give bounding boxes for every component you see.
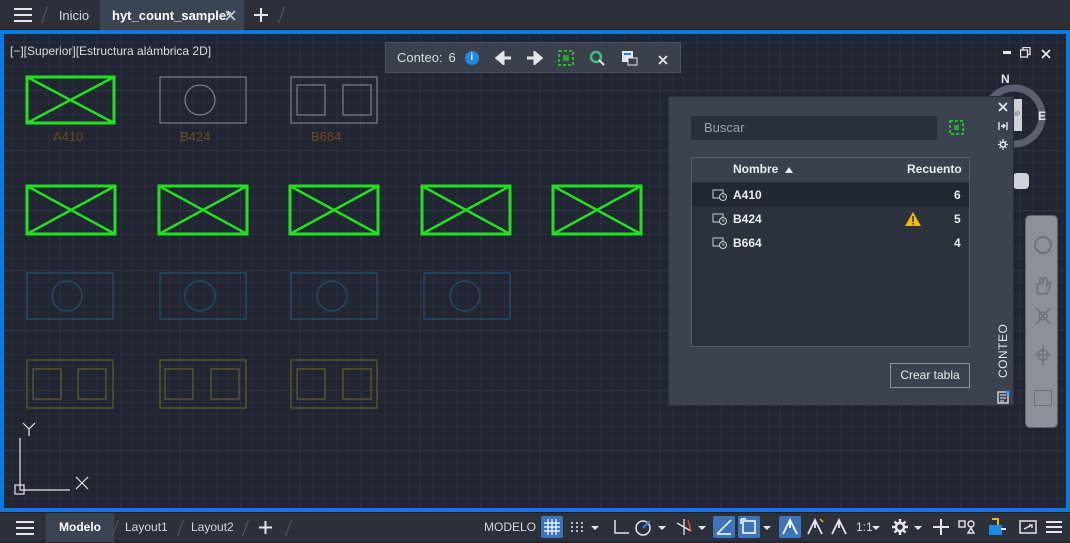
grid-display-icon[interactable] <box>541 516 563 538</box>
compass-north-label: N <box>1001 72 1010 86</box>
steering-wheel-icon[interactable] <box>1034 236 1052 254</box>
palette-autohide-icon[interactable] <box>998 118 1008 130</box>
polar-dropdown-chevron-icon[interactable] <box>655 516 669 538</box>
orbit-icon[interactable] <box>1034 344 1052 366</box>
tab-inicio-label: Inicio <box>58 7 90 23</box>
new-tab-plus-icon[interactable] <box>253 7 269 23</box>
menu-icon[interactable] <box>14 8 32 22</box>
block-label-b664: B664 <box>311 129 342 144</box>
count-toolbar: Conteo: 6 i <box>385 42 681 73</box>
info-icon[interactable]: i <box>464 50 479 65</box>
zoom-to-selection-icon[interactable] <box>558 49 574 66</box>
sort-ascending-icon <box>784 166 793 173</box>
count-row-count: 5 <box>954 212 961 226</box>
layout-tab-layout2[interactable]: Layout2 <box>191 513 234 542</box>
tab-separator <box>278 7 285 23</box>
units-icon[interactable] <box>956 516 978 538</box>
annotation-scale-icon[interactable] <box>828 516 850 538</box>
count-row-count: 4 <box>954 236 961 250</box>
polar-tracking-icon[interactable] <box>632 516 654 538</box>
create-table-button[interactable]: Crear tabla <box>890 363 970 388</box>
model-space-toggle[interactable]: MODELO <box>484 513 536 542</box>
tab-separator <box>41 7 48 23</box>
showmotion-icon[interactable] <box>1034 390 1052 406</box>
block-label-a410: A410 <box>53 129 84 144</box>
document-tab-bar: Inicio hyt_count_sample* <box>0 0 1070 30</box>
block-b664-reference[interactable] <box>290 76 378 124</box>
count-list-header: Nombre Recuento <box>692 158 969 182</box>
palette-properties-icon[interactable] <box>997 390 1011 404</box>
customization-menu-icon[interactable] <box>1043 516 1065 538</box>
count-search-input[interactable]: Buscar <box>691 116 937 140</box>
snap-mode-icon[interactable] <box>566 516 588 538</box>
select-area-icon[interactable] <box>949 120 965 136</box>
count-row-a410[interactable]: A410 6 <box>692 183 969 207</box>
count-row-b664[interactable]: B664 4 <box>692 231 969 255</box>
workspace-dropdown-chevron-icon[interactable] <box>911 516 925 538</box>
quick-properties-icon[interactable] <box>986 516 1008 538</box>
palette-settings-icon[interactable] <box>998 137 1008 150</box>
block-label-b424: B424 <box>180 129 211 144</box>
tab-separator <box>285 520 292 536</box>
layout-menu-icon[interactable] <box>16 521 34 535</box>
b664-instances[interactable] <box>26 359 378 409</box>
layout-tab-model-label: Modelo <box>59 520 101 534</box>
block-row-icon <box>712 237 728 249</box>
annotation-visibility-icon[interactable] <box>779 516 801 538</box>
object-snap-icon[interactable] <box>738 516 760 538</box>
tab-drawing-label: hyt_count_sample* <box>112 7 232 23</box>
pan-hand-icon[interactable] <box>1034 276 1052 296</box>
palette-close-icon[interactable] <box>998 99 1008 112</box>
block-row-icon <box>712 189 728 201</box>
object-snap-tracking-icon[interactable] <box>713 516 735 538</box>
layout-tab-layout1[interactable]: Layout1 <box>125 513 168 542</box>
tab-separator <box>177 520 184 536</box>
count-row-name: A410 <box>733 188 762 202</box>
osnap-dropdown-chevron-icon[interactable] <box>760 516 774 538</box>
column-header-count[interactable]: Recuento <box>907 162 962 176</box>
status-bar: Modelo Layout1 Layout2 MODELO 1:1 <box>0 512 1070 542</box>
block-row-icon <box>712 213 728 225</box>
next-arrow-icon[interactable] <box>526 49 544 66</box>
auto-scale-icon[interactable] <box>804 516 826 538</box>
new-layout-plus-icon[interactable] <box>258 520 273 535</box>
column-header-name-label: Nombre <box>733 162 779 176</box>
scale-dropdown-chevron-icon[interactable] <box>869 516 883 538</box>
count-label: Conteo: <box>397 50 443 65</box>
insert-count-field-icon[interactable] <box>621 50 638 66</box>
a410-instances[interactable] <box>25 184 643 236</box>
block-a410-reference[interactable] <box>25 75 116 125</box>
wcs-menu-button[interactable] <box>1013 173 1029 189</box>
close-tab-icon[interactable] <box>225 9 236 21</box>
close-count-toolbar-icon[interactable] <box>658 53 668 65</box>
count-row-name: B424 <box>733 212 762 226</box>
compass-east-label: E <box>1038 109 1047 123</box>
previous-arrow-icon[interactable] <box>494 49 512 66</box>
zoom-extents-icon[interactable] <box>1034 306 1052 326</box>
annotation-monitor-plus-icon[interactable] <box>930 516 952 538</box>
ucs-icon <box>14 422 89 495</box>
isodraft-icon[interactable] <box>673 516 695 538</box>
find-object-icon[interactable] <box>589 50 605 66</box>
search-placeholder: Buscar <box>704 120 745 135</box>
workspace-gear-icon[interactable] <box>889 516 911 538</box>
ortho-mode-icon[interactable] <box>610 516 632 538</box>
palette-title: CONTEO <box>996 323 1010 378</box>
count-list: Nombre Recuento A410 6 B424 5 B664 4 <box>691 157 970 347</box>
fullscreen-icon[interactable] <box>1017 516 1039 538</box>
warning-icon[interactable] <box>904 211 922 227</box>
block-b424-reference[interactable] <box>159 76 247 124</box>
navigation-bar <box>1025 215 1058 428</box>
count-value: 6 <box>448 50 456 65</box>
isodraft-dropdown-chevron-icon[interactable] <box>695 516 709 538</box>
count-row-b424[interactable]: B424 5 <box>692 207 969 231</box>
snap-dropdown-chevron-icon[interactable] <box>588 516 602 538</box>
tab-inicio[interactable]: Inicio <box>50 0 98 30</box>
column-header-name[interactable]: Nombre <box>733 162 793 176</box>
count-row-name: B664 <box>733 236 762 250</box>
tab-drawing[interactable]: hyt_count_sample* <box>100 0 244 30</box>
b424-instances[interactable] <box>26 272 511 320</box>
count-row-count: 6 <box>954 188 961 202</box>
tab-separator <box>242 520 249 536</box>
